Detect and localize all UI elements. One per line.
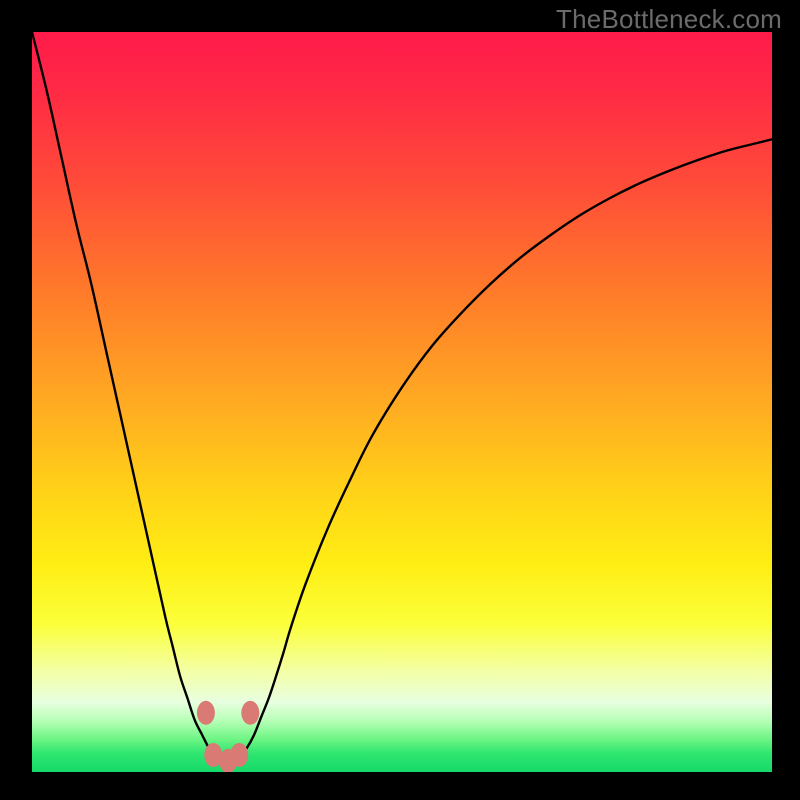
- chart-frame: TheBottleneck.com: [0, 0, 800, 800]
- plot-area: [32, 32, 772, 772]
- chart-overlay: [32, 32, 772, 772]
- v-curve: [32, 32, 772, 763]
- curve-markers: [197, 701, 259, 772]
- curve-marker: [197, 701, 215, 725]
- curve-marker: [241, 701, 259, 725]
- curve-marker: [230, 743, 248, 767]
- watermark-text: TheBottleneck.com: [556, 4, 782, 35]
